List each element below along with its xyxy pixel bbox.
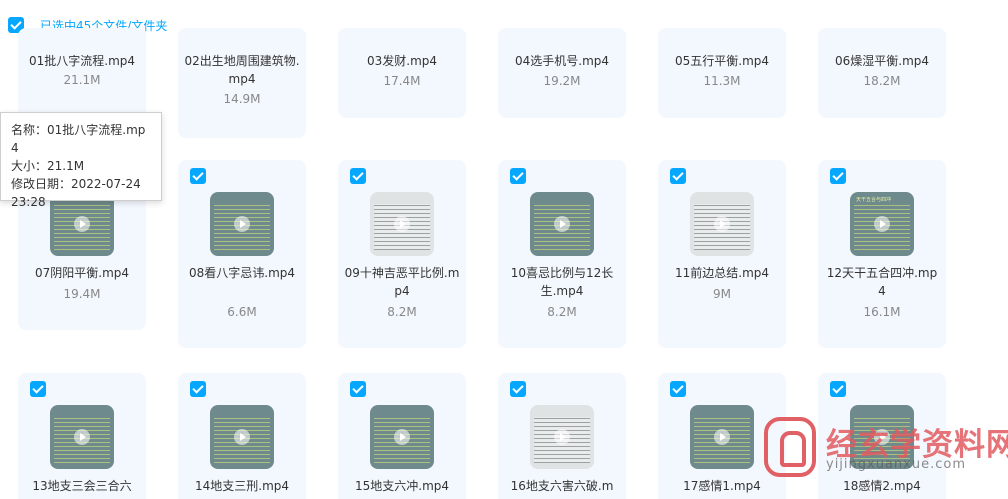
watermark-url: yijingxuanxue.com <box>826 457 966 472</box>
file-tile[interactable]: 10喜忌比例与12长生.mp4 8.2M <box>498 160 626 348</box>
video-thumbnail: 天干五合与四冲 <box>850 192 914 256</box>
play-icon <box>554 429 570 445</box>
file-info-tooltip: 名称：01批八字流程.mp4 大小：21.1M 修改日期：2022-07-24 … <box>0 112 162 209</box>
file-checkbox[interactable] <box>510 381 526 397</box>
file-name: 17感情1.mp4 <box>683 479 761 493</box>
file-name: 12天干五合四冲.mp4 <box>826 266 938 298</box>
thumbnail-title: 天干五合与四冲 <box>856 197 892 203</box>
file-checkbox[interactable] <box>830 168 846 184</box>
play-icon <box>394 216 410 232</box>
video-thumbnail <box>530 405 594 469</box>
file-tile[interactable]: 01批八字流程.mp4 21.1M <box>18 28 146 118</box>
file-name: 09十神吉恶平比例.mp4 <box>344 266 460 298</box>
file-name: 05五行平衡.mp4 <box>674 54 770 68</box>
tooltip-name-line: 名称：01批八字流程.mp4 <box>11 123 146 155</box>
file-checkbox[interactable] <box>670 381 686 397</box>
file-name: 08看八字忌讳.mp4 <box>188 266 296 280</box>
video-thumbnail <box>370 192 434 256</box>
file-tile[interactable]: 03发财.mp4 17.4M <box>338 28 466 118</box>
play-icon <box>234 216 250 232</box>
video-thumbnail <box>370 405 434 469</box>
file-size: 8.2M <box>547 305 577 319</box>
file-size: 16.1M <box>863 305 901 319</box>
file-tile[interactable]: 13地支三会三合六 <box>18 373 146 499</box>
file-tile[interactable]: 15地支六冲.mp4 <box>338 373 466 499</box>
tooltip-size-line: 大小：21.1M <box>11 159 85 173</box>
file-tile[interactable]: 08看八字忌讳.mp4 6.6M <box>178 160 306 348</box>
file-size: 21.1M <box>63 73 101 87</box>
video-thumbnail <box>690 192 754 256</box>
file-tile[interactable]: 09十神吉恶平比例.mp4 8.2M <box>338 160 466 348</box>
tooltip-date-line: 修改日期：2022-07-24 23:28 <box>11 177 141 209</box>
play-icon <box>554 216 570 232</box>
file-size: 8.2M <box>387 305 417 319</box>
file-checkbox[interactable] <box>190 381 206 397</box>
file-tile[interactable]: 06燥湿平衡.mp4 18.2M <box>818 28 946 118</box>
file-name: 18感情2.mp4 <box>843 479 921 493</box>
play-icon <box>714 216 730 232</box>
file-size: 11.3M <box>703 74 741 88</box>
file-size: 14.9M <box>223 92 261 106</box>
file-name: 02出生地周围建筑物.mp4 <box>184 54 300 86</box>
file-grid-view: 已选中45个文件/文件夹 01批八字流程.mp4 21.1M 02出生地周围建筑… <box>0 0 1008 499</box>
file-tile[interactable]: 04选手机号.mp4 19.2M <box>498 28 626 118</box>
video-thumbnail <box>50 405 114 469</box>
play-icon <box>234 429 250 445</box>
file-checkbox[interactable] <box>350 381 366 397</box>
play-icon <box>74 429 90 445</box>
video-thumbnail <box>530 192 594 256</box>
file-tile[interactable]: 02出生地周围建筑物.mp4 14.9M <box>178 28 306 138</box>
file-checkbox[interactable] <box>830 381 846 397</box>
file-size: 9M <box>713 287 731 301</box>
file-size: 18.2M <box>863 74 901 88</box>
file-name: 04选手机号.mp4 <box>514 54 610 68</box>
file-name: 10喜忌比例与12长生.mp4 <box>510 266 614 298</box>
file-size: 17.4M <box>383 74 421 88</box>
file-name: 15地支六冲.mp4 <box>354 479 450 493</box>
file-tile[interactable]: 14地支三刑.mp4 <box>178 373 306 499</box>
file-name: 07阴阳平衡.mp4 <box>34 266 130 280</box>
file-checkbox[interactable] <box>510 168 526 184</box>
site-watermark: 经玄学资料网 yijingxuanxue.com <box>764 417 1008 477</box>
file-name: 16地支六害六破.m <box>510 479 614 493</box>
video-thumbnail <box>690 405 754 469</box>
file-checkbox[interactable] <box>30 381 46 397</box>
video-thumbnail <box>210 405 274 469</box>
file-size: 19.2M <box>543 74 581 88</box>
file-name: 03发财.mp4 <box>366 54 438 68</box>
play-icon <box>874 216 890 232</box>
file-name: 06燥湿平衡.mp4 <box>834 54 930 68</box>
watermark-logo-icon <box>764 417 816 477</box>
video-thumbnail <box>210 192 274 256</box>
file-name: 13地支三会三合六 <box>32 479 132 493</box>
play-icon <box>714 429 730 445</box>
file-tile[interactable]: 16地支六害六破.m <box>498 373 626 499</box>
file-checkbox[interactable] <box>190 168 206 184</box>
file-tile[interactable]: 11前边总结.mp4 9M <box>658 160 786 348</box>
file-tile[interactable]: 05五行平衡.mp4 11.3M <box>658 28 786 118</box>
file-checkbox[interactable] <box>670 168 686 184</box>
file-name: 14地支三刑.mp4 <box>194 479 290 493</box>
file-tile[interactable]: 天干五合与四冲 12天干五合四冲.mp4 16.1M <box>818 160 946 348</box>
play-icon <box>394 429 410 445</box>
file-name: 11前边总结.mp4 <box>674 266 770 280</box>
file-name: 01批八字流程.mp4 <box>28 54 136 68</box>
file-checkbox[interactable] <box>350 168 366 184</box>
play-icon <box>74 216 90 232</box>
file-size: 6.6M <box>227 305 257 319</box>
file-size: 19.4M <box>63 287 101 301</box>
